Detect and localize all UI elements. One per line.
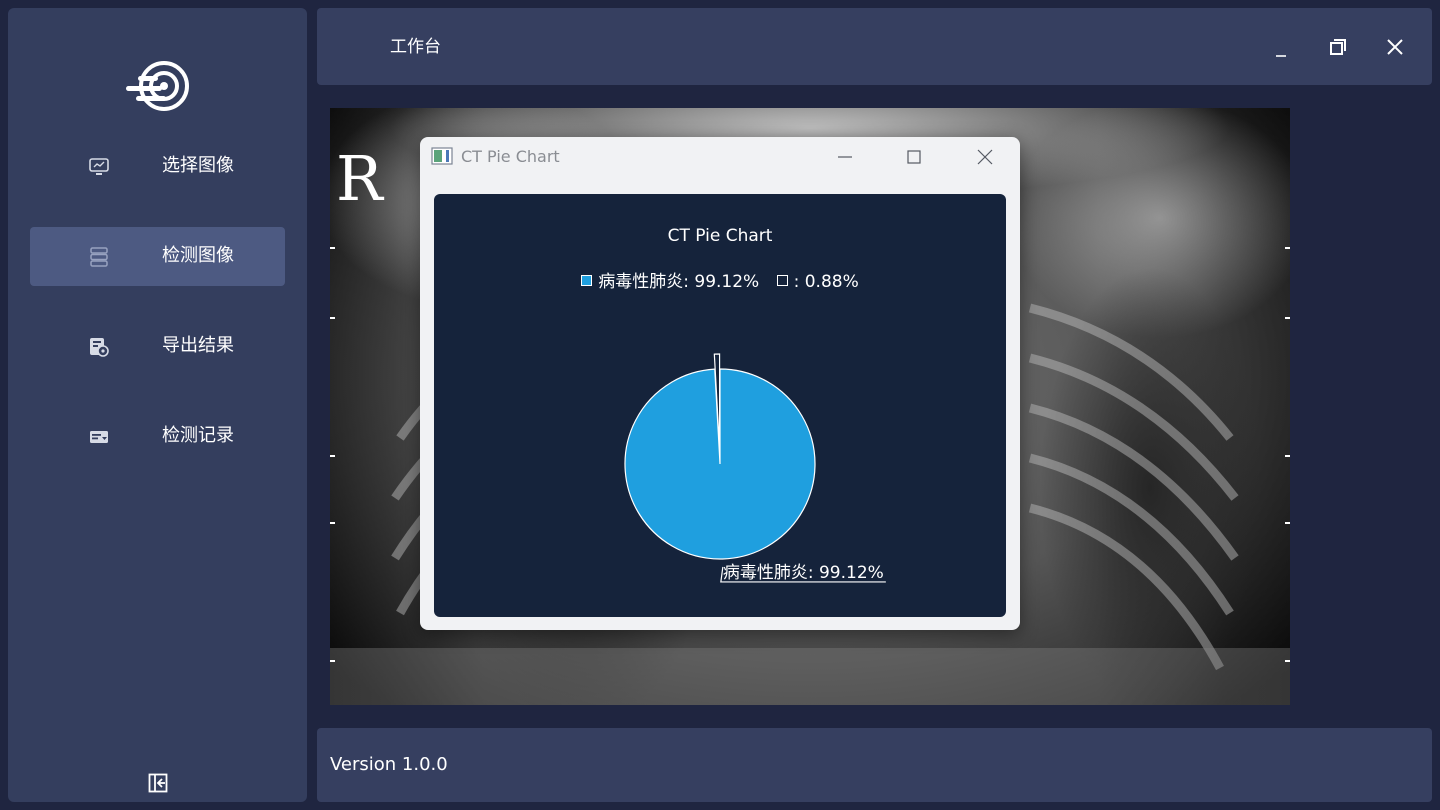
sidebar-item-detect-image[interactable]: 检测图像 (30, 227, 285, 286)
dialog-minimize-button[interactable] (831, 144, 859, 170)
dialog-maximize-button[interactable] (900, 144, 928, 170)
status-bar: Version 1.0.0 (317, 728, 1432, 802)
page-title: 工作台 (390, 37, 441, 57)
sidebar-item-detection-records[interactable]: 检测记录 (30, 407, 285, 466)
sidebar-item-label: 选择图像 (162, 155, 234, 176)
record-list-icon (90, 431, 108, 443)
app-logo-icon (126, 61, 189, 111)
sidebar-item-label: 检测记录 (162, 425, 234, 446)
xray-side-marker: R (336, 142, 383, 215)
collapse-sidebar-icon[interactable] (147, 772, 169, 794)
restore-button[interactable] (1325, 34, 1351, 60)
export-settings-icon (90, 338, 109, 357)
window-app-icon (431, 147, 453, 165)
sidebar-item-label: 检测图像 (162, 245, 234, 266)
close-button[interactable] (1382, 34, 1408, 60)
sidebar-item-export-results[interactable]: 导出结果 (30, 317, 285, 376)
pie-chart: CT Pie Chart 病毒性肺炎: 99.12% : 0.88% 病毒性肺炎… (434, 194, 1006, 617)
title-bar: 工作台 (317, 8, 1432, 85)
monitor-chart-icon (89, 158, 109, 175)
sidebar-item-select-image[interactable]: 选择图像 (30, 137, 285, 196)
sidebar-item-label: 导出结果 (162, 335, 234, 356)
version-label: Version 1.0.0 (330, 754, 448, 775)
dialog-title: CT Pie Chart (461, 147, 560, 166)
minimize-button[interactable] (1268, 34, 1294, 60)
pie-chart-canvas: 病毒性肺炎: 99.12% (624, 353, 886, 583)
database-stack-icon (90, 247, 108, 267)
slice-data-label: 病毒性肺炎: 99.12% (723, 563, 884, 583)
pie-chart-dialog[interactable]: CT Pie Chart CT Pie Chart 病毒性肺炎: 99.12% … (420, 137, 1020, 630)
sidebar: 选择图像 检测图像 导出结果 检测记录 (8, 8, 307, 802)
dialog-close-button[interactable] (971, 144, 999, 170)
